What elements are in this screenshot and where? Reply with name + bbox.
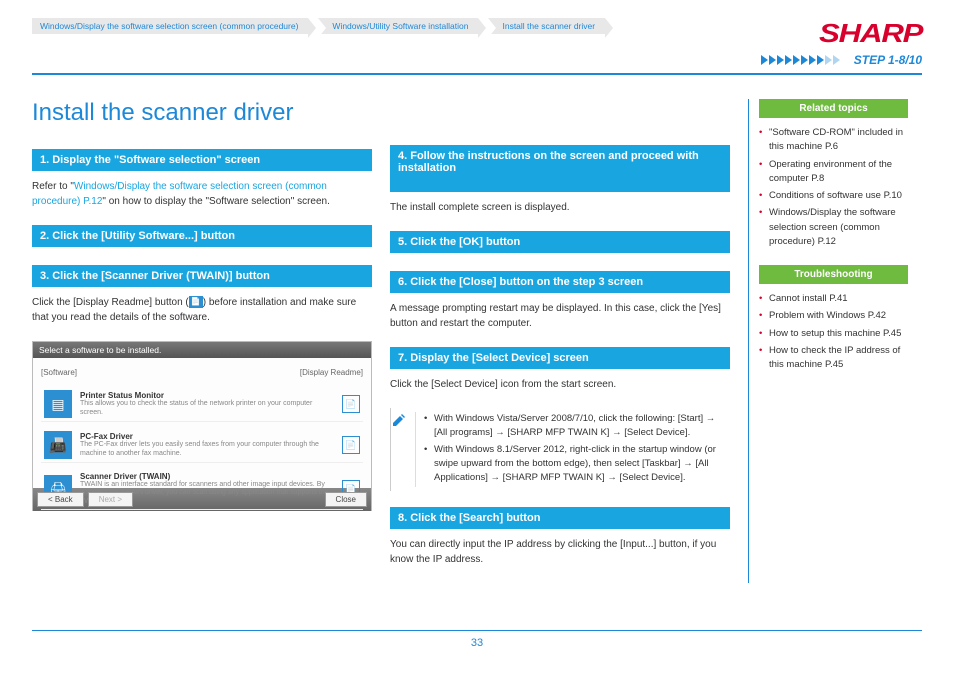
ss-close-button[interactable]: Close	[325, 492, 367, 507]
fax-icon: 📠	[44, 431, 72, 459]
sharp-logo: SHARP	[728, 18, 922, 49]
step-4-text: The install complete screen is displayed…	[390, 200, 730, 215]
step-4-header: 4. Follow the instructions on the screen…	[390, 145, 730, 192]
pencil-icon	[391, 412, 407, 428]
readme-icon[interactable]: 📄	[342, 436, 360, 454]
step-7-note: With Windows Vista/Server 2008/7/10, cli…	[390, 408, 730, 491]
related-link[interactable]: Conditions of software use P.10	[759, 189, 908, 203]
step-5-header: 5. Click the [OK] button	[390, 231, 730, 253]
step-6-text: A message prompting restart may be displ…	[390, 301, 730, 331]
step-1-header: 1. Display the "Software selection" scre…	[32, 149, 372, 171]
ss-next-button: Next >	[88, 492, 133, 507]
software-selection-screenshot: Select a software to be installed. [Soft…	[32, 341, 372, 511]
related-topics-header: Related topics	[759, 99, 908, 118]
readme-icon: 📄	[189, 296, 203, 308]
trouble-link[interactable]: Cannot install P.41	[759, 292, 908, 306]
printer-monitor-icon: ▤	[44, 390, 72, 418]
step-7-header: 7. Display the [Select Device] screen	[390, 347, 730, 369]
footer-rule	[32, 630, 922, 631]
step-1-text: Refer to "Windows/Display the software s…	[32, 179, 372, 209]
step-2-header: 2. Click the [Utility Software...] butto…	[32, 225, 372, 247]
step-8-text: You can directly input the IP address by…	[390, 537, 730, 567]
related-link[interactable]: "Software CD-ROM" included in this machi…	[759, 126, 908, 155]
related-link[interactable]: Windows/Display the software selection s…	[759, 206, 908, 249]
trouble-link[interactable]: How to check the IP address of this mach…	[759, 344, 908, 373]
ss-software-label: [Software]	[41, 368, 77, 377]
readme-icon[interactable]: 📄	[342, 395, 360, 413]
step-8-header: 8. Click the [Search] button	[390, 507, 730, 529]
step-6-header: 6. Click the [Close] button on the step …	[390, 271, 730, 293]
step-3-header: 3. Click the [Scanner Driver (TWAIN)] bu…	[32, 265, 372, 287]
ss-back-button[interactable]: < Back	[37, 492, 84, 507]
page-title: Install the scanner driver	[32, 99, 372, 127]
breadcrumb-bar: Windows/Display the software selection s…	[32, 18, 615, 36]
ss-item-printer-status[interactable]: ▤ Printer Status MonitorThis allows you …	[41, 387, 363, 422]
breadcrumb-item[interactable]: Windows/Display the software selection s…	[32, 18, 308, 34]
header-rule	[32, 73, 922, 75]
progress-indicator	[761, 55, 840, 65]
page-number: 33	[0, 637, 954, 649]
step-3-text: Click the [Display Readme] button (📄) be…	[32, 295, 372, 325]
related-link[interactable]: Operating environment of the computer P.…	[759, 158, 908, 187]
ss-titlebar: Select a software to be installed.	[33, 342, 371, 358]
trouble-link[interactable]: Problem with Windows P.42	[759, 309, 908, 323]
step-7-text: Click the [Select Device] icon from the …	[390, 377, 730, 392]
ss-item-pcfax[interactable]: 📠 PC-Fax DriverThe PC-Fax driver lets yo…	[41, 428, 363, 463]
ss-readme-label: [Display Readme]	[300, 368, 363, 377]
related-topics-list: "Software CD-ROM" included in this machi…	[759, 126, 908, 249]
trouble-link[interactable]: How to setup this machine P.45	[759, 327, 908, 341]
step-label: STEP 1-8/10	[854, 53, 922, 67]
troubleshooting-header: Troubleshooting	[759, 265, 908, 284]
troubleshooting-list: Cannot install P.41 Problem with Windows…	[759, 292, 908, 372]
breadcrumb-item[interactable]: Install the scanner driver	[488, 18, 605, 34]
breadcrumb-item[interactable]: Windows/Utility Software installation	[318, 18, 478, 34]
